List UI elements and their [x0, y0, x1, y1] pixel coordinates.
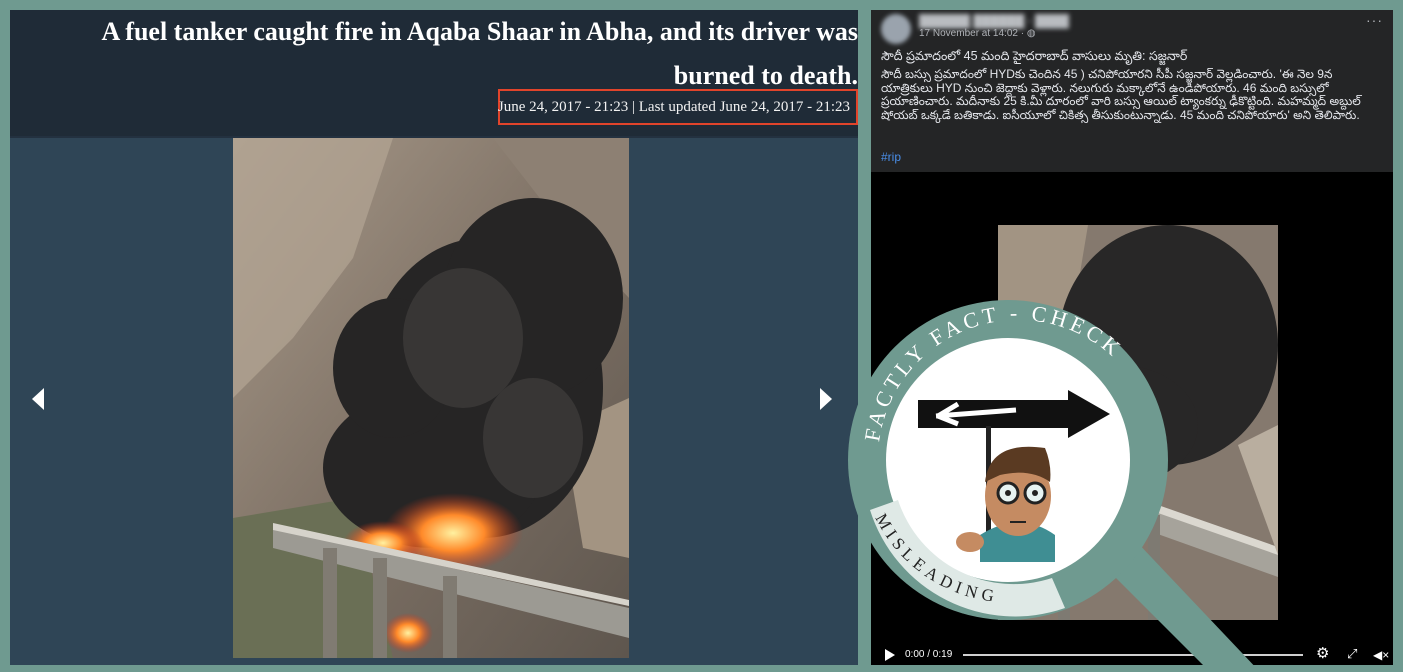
article-header: A fuel tanker caught fire in Aqaba Shaar…	[10, 10, 858, 136]
image-slider	[10, 138, 858, 665]
tanker-fire-photo	[233, 138, 629, 658]
article-dateline: June 24, 2017 - 21:23 | Last updated Jun…	[497, 98, 850, 115]
poster-name-blurred[interactable]: ██████ ██████ · ████	[919, 14, 1069, 28]
hashtag-link[interactable]: #rip	[881, 150, 901, 164]
post-body: సౌదీ బస్సు ప్రమాదంలో HYDకు చెందిన 45 ) చ…	[881, 67, 1361, 122]
avatar[interactable]	[881, 14, 911, 44]
news-article-panel: A fuel tanker caught fire in Aqaba Shaar…	[10, 10, 858, 665]
post-title: సౌదీ ప్రమాదంలో 45 మంది హైదరాబాద్ వాసులు …	[881, 49, 1188, 63]
next-slide-arrow[interactable]	[820, 388, 832, 410]
article-headline: A fuel tanker caught fire in Aqaba Shaar…	[101, 17, 858, 90]
globe-icon: ◍	[1026, 28, 1036, 39]
more-options-icon[interactable]: ···	[1366, 12, 1383, 28]
post-timestamp-text: 17 November at 14:02 ·	[919, 28, 1025, 39]
post-header: ██████ ██████ · ████ 17 November at 14:0…	[871, 10, 1393, 172]
dateline-highlight: June 24, 2017 - 21:23 | Last updated Jun…	[498, 89, 858, 125]
factly-fact-check-stamp: FACTLY FACT - CHECK MISLEADING	[848, 300, 1260, 672]
post-timestamp[interactable]: 17 November at 14:02 · ◍	[919, 28, 1036, 39]
previous-slide-arrow[interactable]	[32, 388, 44, 410]
